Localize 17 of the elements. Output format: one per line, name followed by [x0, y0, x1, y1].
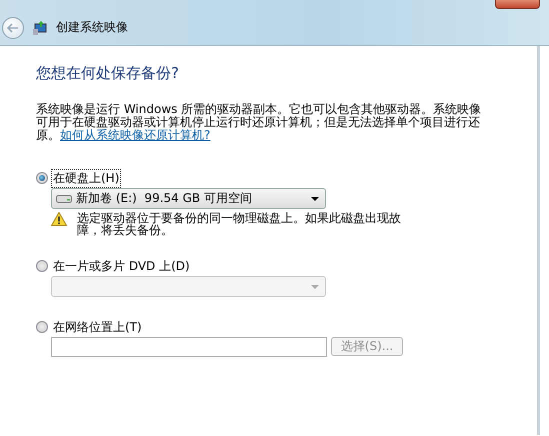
radio-button[interactable] — [36, 172, 48, 184]
drive-dropdown[interactable]: 新加卷 (E:) 99.54 GB 可用空间 — [51, 188, 326, 209]
dropdown-arrow-icon — [311, 284, 319, 288]
warning-text: 选定驱动器位于要备份的同一物理磁盘上。如果此磁盘出现故障，将丢失备份。 — [77, 212, 402, 236]
close-button[interactable] — [495, 0, 540, 9]
drive-icon — [56, 194, 72, 203]
option-label[interactable]: 在硬盘上(H) — [52, 170, 120, 186]
description-text: 系统映像是运行 Windows 所需的驱动器副本。它也可以包含其他驱动器。系统映像可用于在硬盘驱动器或计算机停止运行时还原计算机；但是无法选择单个项目进行还原。如何从系统映像还原计算机? — [36, 103, 482, 142]
warning-icon — [51, 212, 67, 226]
back-button[interactable] — [2, 16, 24, 38]
help-link[interactable]: 如何从系统映像还原计算机? — [60, 128, 210, 142]
computer-backup-icon — [32, 20, 48, 36]
window-title: 创建系统映像 — [56, 19, 128, 36]
dropdown-arrow-icon — [311, 196, 319, 200]
page-heading: 您想在何处保存备份? — [36, 64, 180, 83]
dropdown-value: 新加卷 (E:) 99.54 GB 可用空间 — [76, 190, 253, 207]
back-arrow-icon — [7, 22, 19, 32]
